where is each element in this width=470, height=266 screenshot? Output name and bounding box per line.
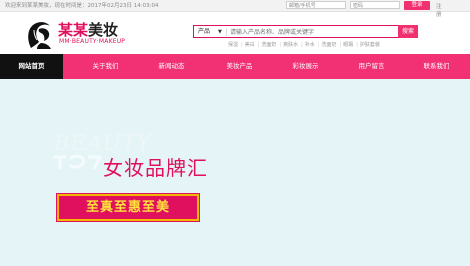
- search-input[interactable]: [230, 27, 380, 37]
- hot-term-link[interactable]: 美白: [245, 42, 255, 48]
- hot-term-link[interactable]: 补水: [305, 42, 315, 48]
- logo-title: 某某美妆: [58, 19, 118, 40]
- decorative-glyph-icon: [54, 154, 102, 170]
- nav-item-contact[interactable]: 联系我们: [405, 54, 468, 79]
- hot-term-link[interactable]: 保湿: [228, 42, 238, 48]
- hot-term-link[interactable]: 爽肤水: [283, 42, 298, 48]
- nav-item-guestbook[interactable]: 用户留言: [340, 54, 403, 79]
- login-button[interactable]: 登录: [404, 1, 430, 10]
- password-field[interactable]: 密码: [350, 1, 400, 9]
- nav-item-home[interactable]: 网站首页: [0, 54, 63, 79]
- main-nav: 网站首页 关于我们 新闻动态 美妆产品 彩妆展示 用户留言 联系我们: [0, 54, 470, 79]
- banner-slogan-badge: 至真至惠至美: [57, 194, 199, 221]
- search-category-select[interactable]: 产品: [198, 27, 210, 37]
- nav-item-news[interactable]: 新闻动态: [140, 54, 203, 79]
- woman-profile-logo-icon: [28, 22, 51, 49]
- nav-item-makeup-showcase[interactable]: 彩妆展示: [274, 54, 337, 79]
- hot-term-link[interactable]: 洗面奶: [261, 42, 276, 48]
- hot-term-link[interactable]: 眼霜: [343, 42, 353, 48]
- banner-headline: 女妆品牌汇: [103, 156, 208, 180]
- chevron-down-icon[interactable]: ▼: [218, 27, 222, 37]
- logo-title-part2: 美妆: [88, 21, 119, 39]
- logo-title-part1: 某某: [58, 21, 89, 39]
- search-bar: 产品 ▼: [193, 25, 415, 38]
- nav-item-products[interactable]: 美妆产品: [208, 54, 271, 79]
- banner-slogan-text: 至真至惠至美: [85, 200, 170, 215]
- search-button[interactable]: 搜索: [398, 25, 418, 38]
- divider: [226, 28, 227, 36]
- welcome-text: 欢迎来到某某美妆，现在时间是：2017年02月23日 14:03:04: [5, 3, 159, 9]
- hot-term-link[interactable]: 护肤套装: [360, 42, 380, 48]
- email-field[interactable]: 邮箱/手机号: [286, 1, 346, 9]
- site-logo[interactable]: 某某美妆 MM·BEAUTY·MAKEUP: [25, 20, 155, 52]
- register-link[interactable]: 注册: [436, 2, 442, 18]
- top-bar: 欢迎来到某某美妆，现在时间是：2017年02月23日 14:03:04 邮箱/手…: [0, 0, 470, 18]
- logo-subtitle: MM·BEAUTY·MAKEUP: [59, 38, 126, 45]
- hot-search-terms: 保湿 | 美白 | 洗面奶 | 爽肤水 | 补水 | 洗面奶 | 眼霜 | 护肤套装: [228, 42, 380, 48]
- hero-banner[interactable]: BEAUTY 女妆品牌汇 至真至惠至美: [0, 79, 470, 266]
- hot-term-link[interactable]: 洗面奶: [322, 42, 337, 48]
- nav-item-about[interactable]: 关于我们: [74, 54, 137, 79]
